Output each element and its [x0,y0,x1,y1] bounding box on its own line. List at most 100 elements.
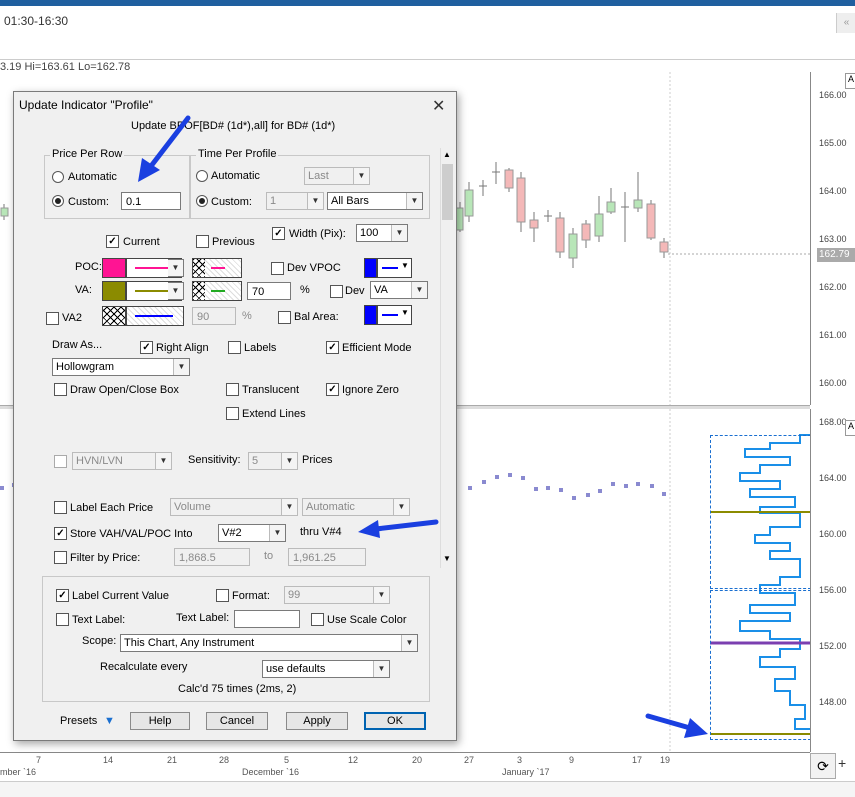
chevron-down-icon: ▼ [155,453,171,469]
filter-from-input[interactable]: 1,868.5 [174,548,250,566]
labels-checkbox[interactable] [228,341,241,354]
reload-icon[interactable]: ⟳ [810,753,836,779]
dev-vpoc-color[interactable] [364,258,377,278]
scroll-thumb[interactable] [442,164,453,220]
dev-vpoc-line[interactable]: ▼ [377,258,412,278]
extend-lines-checkbox[interactable] [226,407,239,420]
width-select[interactable]: 100 ▼ [356,224,408,242]
header-divider [0,59,855,60]
price-per-row-title: Price Per Row [50,148,125,160]
collapse-button[interactable]: « [836,13,855,33]
text-label-cb-label: Text Label: [72,614,126,626]
format-checkbox[interactable] [216,589,229,602]
time-custom-select[interactable]: 1 ▼ [266,192,324,210]
price-automatic-radio[interactable] [52,171,64,183]
close-icon[interactable]: ✕ [432,96,445,116]
sensitivity-select[interactable]: 5 ▼ [248,452,298,470]
scope-select[interactable]: This Chart, Any Instrument ▼ [120,634,418,652]
price-axis-lower[interactable]: 168.00 164.00 160.00 156.00 152.00 148.0… [810,409,855,752]
date-axis[interactable]: 7 14 21 28 5 12 20 27 3 9 17 19 mber `16… [0,752,810,781]
bal-area-checkbox[interactable] [278,311,291,324]
profile-box-2 [710,590,811,740]
ignore-zero-checkbox[interactable]: ✓ [326,383,339,396]
translucent-checkbox[interactable] [226,383,239,396]
text-label-input[interactable] [234,610,300,628]
draw-open-close-checkbox[interactable] [54,383,67,396]
volume-select[interactable]: Volume ▼ [170,498,298,516]
filter-to-input[interactable]: 1,961.25 [288,548,366,566]
scroll-up-icon[interactable]: ▲ [443,150,451,159]
filter-price-checkbox[interactable] [54,551,67,564]
store-vah-checkbox[interactable]: ✓ [54,527,67,540]
help-button[interactable]: Help [130,712,190,730]
bal-area-line[interactable]: ▼ [377,305,412,325]
presets-label[interactable]: Presets [60,715,97,727]
va-prev-style[interactable] [192,281,242,301]
right-align-label: Right Align [156,342,209,354]
translucent-label: Translucent [242,384,300,396]
price-axis-upper[interactable]: 166.00 165.00 164.00 163.00 162.00 161.0… [810,72,855,405]
label-current-value-checkbox[interactable]: ✓ [56,589,69,602]
axis-tick: 164.00 [819,473,847,483]
date-tick: 3 [517,755,523,765]
chevron-down-icon[interactable]: ▼ [104,715,115,727]
select-value: use defaults [266,663,326,675]
time-custom-label: Custom: [211,196,252,208]
axis-scale-label[interactable]: A [845,420,855,436]
draw-as-select[interactable]: Hollowgram ▼ [52,358,190,376]
va-color-swatch[interactable] [102,281,126,301]
axis-tick: 163.00 [819,234,847,244]
axis-scale-label[interactable]: A [845,73,855,89]
ok-button[interactable]: OK [364,712,426,730]
poc-color-swatch[interactable] [102,258,126,278]
dev-vpoc-label: Dev VPOC [287,262,341,274]
store-select[interactable]: V#2 ▼ [218,524,286,542]
time-per-profile-title: Time Per Profile [196,148,279,160]
select-value: All Bars [331,195,369,207]
label-each-price-checkbox[interactable] [54,501,67,514]
dev-vpoc-checkbox[interactable] [271,262,284,275]
width-checkbox[interactable]: ✓ [272,227,285,240]
hvn-checkbox[interactable] [54,455,67,468]
use-scale-color-checkbox[interactable] [311,613,324,626]
label-each-price-label: Label Each Price [70,502,154,514]
va2-checkbox[interactable] [46,312,59,325]
format-select[interactable]: 99 ▼ [284,586,390,604]
cancel-button[interactable]: Cancel [206,712,268,730]
hvn-select[interactable]: HVN/LVN ▼ [72,452,172,470]
efficient-mode-checkbox[interactable]: ✓ [326,341,339,354]
time-custom-radio[interactable] [196,195,208,207]
select-value: Hollowgram [56,361,115,373]
text-label-checkbox[interactable] [56,613,69,626]
va2-percent-input[interactable]: 90 [192,307,236,325]
last-price-marker: 162.79 [817,248,855,262]
va-style-dropdown[interactable]: ▼ [168,282,184,300]
month-label: January `17 [502,767,550,777]
previous-checkbox[interactable] [196,235,209,248]
apply-button[interactable]: Apply [286,712,348,730]
dialog-scrollbar[interactable]: ▲ ▼ [440,148,455,568]
va-percent-input[interactable]: 70 [247,282,291,300]
poc-prev-style[interactable] [192,258,242,278]
price-custom-input[interactable]: 0.1 [121,192,181,210]
add-tab-button[interactable]: + [838,755,846,771]
va2-line-style[interactable] [126,306,184,326]
scroll-down-icon[interactable]: ▼ [443,554,451,563]
price-custom-radio[interactable] [52,195,64,207]
month-label: December `16 [242,767,300,777]
bal-area-color[interactable] [364,305,377,325]
dev-select[interactable]: VA ▼ [370,281,428,299]
right-align-checkbox[interactable]: ✓ [140,341,153,354]
va2-color-swatch[interactable] [102,306,126,326]
poc-style-dropdown[interactable]: ▼ [168,259,184,277]
time-auto-select[interactable]: Last ▼ [304,167,370,185]
current-checkbox[interactable]: ✓ [106,235,119,248]
recalc-select[interactable]: use defaults ▼ [262,660,390,678]
dev-checkbox[interactable] [330,285,343,298]
profile-box-1 [710,435,811,589]
bars-select[interactable]: All Bars ▼ [327,192,423,210]
calcd-status: Calc'd 75 times (2ms, 2) [178,683,297,695]
date-tick: 17 [632,755,643,765]
chevron-down-icon: ▼ [281,453,297,469]
date-tick: 12 [348,755,359,765]
